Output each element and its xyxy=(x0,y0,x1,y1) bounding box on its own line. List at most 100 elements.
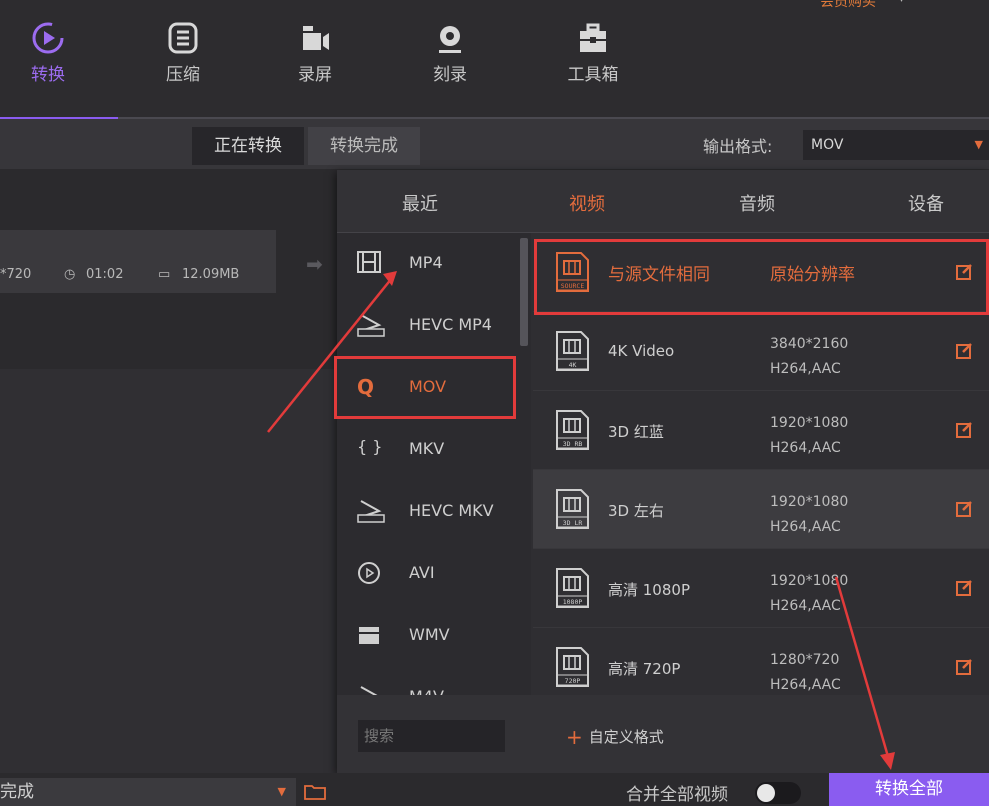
preset-resolution: 1280*720 xyxy=(770,652,840,668)
plus-icon: + xyxy=(566,725,583,749)
preset-name: 4K Video xyxy=(608,342,675,360)
record-screen-icon xyxy=(303,26,329,50)
preset-codec: H264,AAC xyxy=(770,361,841,377)
tab-finished[interactable]: 转换完成 xyxy=(308,127,420,165)
preset-badge: 1080P xyxy=(563,598,583,606)
tab-video[interactable]: 视频 xyxy=(569,190,605,216)
preset-badge: 3D RB xyxy=(563,440,583,448)
format-item-mov[interactable]: Q MOV xyxy=(337,357,517,419)
tab-converting[interactable]: 正在转换 xyxy=(192,127,304,165)
user-icon[interactable]: ▾ xyxy=(898,0,905,6)
add-custom-format-button[interactable]: + 自定义格式 xyxy=(566,725,664,749)
nav-compress-label: 压缩 xyxy=(166,65,200,85)
preset-resolution: 1920*1080 xyxy=(770,573,849,589)
format-label: WMV xyxy=(409,625,450,644)
output-folder-select[interactable]: 完成 ▼ xyxy=(0,778,296,806)
edit-icon[interactable] xyxy=(955,263,973,285)
toolbox-icon xyxy=(580,23,606,52)
format-item-hevc-mkv[interactable]: HEVC MKV xyxy=(337,481,517,543)
preset-info: 3840*2160 H264,AAC xyxy=(770,332,848,382)
merge-all-toggle[interactable] xyxy=(755,782,801,804)
preset-resolution: 1920*1080 xyxy=(770,415,849,431)
file-row[interactable]: *720 ◷ 01:02 ▭ 12.09MB xyxy=(0,230,276,293)
file-video-icon: 720P xyxy=(555,647,589,691)
arrow-right-icon: ➡ xyxy=(306,252,323,276)
preset-info: 1920*1080 H264,AAC xyxy=(770,411,848,461)
format-item-mkv[interactable]: { } MKV xyxy=(337,419,517,481)
sub-toolbar: 正在转换 转换完成 输出格式: MOV ▼ xyxy=(0,119,989,169)
file-list-area xyxy=(0,369,337,773)
burn-disc-icon xyxy=(439,26,461,53)
file-duration: 01:02 xyxy=(86,267,124,282)
preset-item-3d-lr[interactable]: 3D LR 3D 左右 1920*1080 H264,AAC xyxy=(533,470,989,549)
edit-icon[interactable] xyxy=(955,500,973,522)
format-label: MKV xyxy=(409,439,445,458)
format-search-input[interactable]: 搜索 xyxy=(358,720,505,752)
output-format-value: MOV xyxy=(811,137,844,153)
preset-badge: 4K xyxy=(569,361,577,369)
format-list-scrollbar[interactable] xyxy=(517,233,531,695)
preset-info: 1920*1080 H264,AAC xyxy=(770,490,848,540)
edit-icon[interactable] xyxy=(955,579,973,601)
open-folder-icon[interactable] xyxy=(304,784,326,804)
nav-convert[interactable]: 转换 xyxy=(3,20,93,85)
preset-item-3d-rb[interactable]: 3D RB 3D 红蓝 1920*1080 H264,AAC xyxy=(533,391,989,470)
minimize-icon[interactable]: — xyxy=(930,0,944,6)
merge-all-label: 合并全部视频 xyxy=(626,785,728,805)
maximize-icon[interactable]: — xyxy=(962,0,976,6)
edit-icon[interactable] xyxy=(955,658,973,680)
output-folder-value: 完成 xyxy=(0,782,34,802)
nav-toolbox[interactable]: 工具箱 xyxy=(548,20,638,85)
preset-resolution: 1920*1080 xyxy=(770,494,849,510)
preset-name: 3D 红蓝 xyxy=(608,423,664,441)
preset-name: 高清 720P xyxy=(608,660,681,678)
film-icon xyxy=(357,251,385,277)
format-label: HEVC MKV xyxy=(409,501,494,520)
convert-all-button[interactable]: 转换全部 xyxy=(829,773,989,806)
edit-icon[interactable] xyxy=(955,342,973,364)
top-toolbar: 会员购买 ▾ — — 转换 压缩 录屏 刻录 xyxy=(0,0,989,117)
file-video-icon: 3D RB xyxy=(555,410,589,454)
file-video-icon: 1080P xyxy=(555,568,589,612)
format-item-hevc-mp4[interactable]: HEVC MP4 xyxy=(337,295,517,357)
format-label: HEVC MP4 xyxy=(409,315,492,334)
format-list: MP4 HEVC MP4 Q MOV { } MKV HEVC MKV AVI xyxy=(337,233,517,695)
nav-record[interactable]: 录屏 xyxy=(270,20,360,85)
clock-icon: ◷ xyxy=(64,267,76,282)
preset-badge: 3D LR xyxy=(563,519,583,527)
format-item-mp4[interactable]: MP4 xyxy=(337,233,517,295)
preset-badge: 720P xyxy=(565,677,581,685)
titlebar-member-text[interactable]: 会员购买 xyxy=(820,0,876,11)
preset-item-4k[interactable]: 4K 4K Video 3840*2160 H264,AAC xyxy=(533,312,989,391)
format-item-wmv[interactable]: WMV xyxy=(337,605,517,667)
format-item-avi[interactable]: AVI xyxy=(337,543,517,605)
nav-compress[interactable]: 压缩 xyxy=(138,20,228,85)
chevron-down-icon: ▼ xyxy=(974,138,983,151)
output-format-label: 输出格式: xyxy=(703,137,773,156)
preset-name: 与源文件相同 xyxy=(608,265,710,285)
hevc-icon xyxy=(357,499,385,525)
compress-icon xyxy=(168,22,198,54)
edit-icon[interactable] xyxy=(955,421,973,443)
preset-name: 3D 左右 xyxy=(608,502,664,520)
tab-recent[interactable]: 最近 xyxy=(402,190,438,216)
nav-burn[interactable]: 刻录 xyxy=(405,20,495,85)
scrollbar-thumb[interactable] xyxy=(520,238,528,346)
format-item-m4v[interactable]: M4V xyxy=(337,667,517,695)
preset-codec: H264,AAC xyxy=(770,440,841,456)
preset-codec: H264,AAC xyxy=(770,598,841,614)
popup-footer: 搜索 + 自定义格式 xyxy=(337,695,989,773)
chevron-down-icon: ▼ xyxy=(277,785,286,798)
tab-audio[interactable]: 音频 xyxy=(739,190,775,216)
output-format-select[interactable]: MOV ▼ xyxy=(803,130,989,160)
preset-item-source[interactable]: SOURCE 与源文件相同 原始分辨率 xyxy=(533,233,989,312)
preset-item-720p[interactable]: 720P 高清 720P 1280*720 H264,AAC xyxy=(533,628,989,695)
preset-item-1080p[interactable]: 1080P 高清 1080P 1920*1080 H264,AAC xyxy=(533,549,989,628)
convert-icon xyxy=(32,22,64,54)
format-label: MP4 xyxy=(409,253,443,272)
mkv-icon: { } xyxy=(357,437,383,456)
preset-badge: SOURCE xyxy=(561,282,585,290)
folder-icon: ▭ xyxy=(158,267,171,282)
file-video-icon: SOURCE xyxy=(555,252,589,296)
tab-device[interactable]: 设备 xyxy=(908,190,944,216)
